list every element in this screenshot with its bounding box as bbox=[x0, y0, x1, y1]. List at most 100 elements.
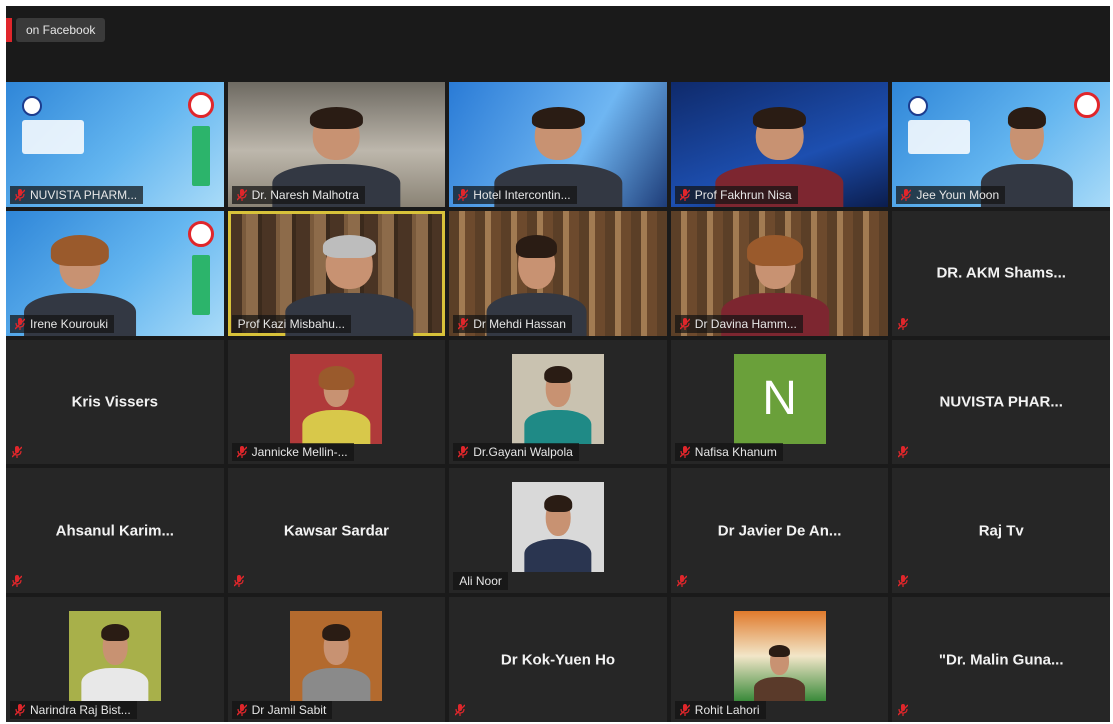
participant-name-label: Prof Fakhrun Nisa bbox=[674, 185, 798, 204]
participant-name-label: Jannicke Mellin-... bbox=[231, 443, 354, 462]
profile-picture bbox=[290, 611, 383, 702]
photo-tile[interactable]: N Nafisa Khanum bbox=[670, 339, 889, 465]
avatar: N bbox=[733, 353, 826, 444]
participant-name: Dr Mehdi Hassan bbox=[473, 316, 566, 331]
participant-name: NUVISTA PHARM... bbox=[30, 187, 138, 202]
participant-name: Prof Kazi Misbahu... bbox=[237, 316, 345, 331]
mic-off-icon bbox=[15, 188, 25, 201]
name-tile[interactable]: NUVISTA PHAR... bbox=[892, 339, 1110, 465]
participant-name: "Dr. Malin Guna... bbox=[938, 651, 1064, 669]
participant-name: Jannicke Mellin-... bbox=[251, 445, 348, 460]
mic-off-icon bbox=[458, 446, 469, 459]
participant-name-label: Dr Davina Hamm... bbox=[674, 314, 803, 333]
participant-name-label: Dr. Naresh Malhotra bbox=[231, 185, 365, 204]
mic-off-icon bbox=[15, 704, 25, 716]
mic-off-icon bbox=[12, 446, 22, 459]
name-tile[interactable]: Ahsanul Karim... bbox=[6, 468, 224, 594]
avatar-initial: N bbox=[762, 372, 797, 426]
participant-name: Dr Jamil Sabit bbox=[251, 703, 327, 717]
video-tile[interactable]: Prof Fakhrun Nisa bbox=[670, 82, 889, 207]
participant-photo bbox=[300, 622, 374, 702]
video-tile-active-speaker[interactable]: Prof Kazi Misbahu... bbox=[227, 210, 446, 336]
participant-name: Dr.Gayani Walpola bbox=[473, 445, 573, 460]
banner-graphic bbox=[22, 120, 84, 154]
participant-name: Nafisa Khanum bbox=[694, 445, 777, 460]
mic-off-icon bbox=[236, 704, 247, 716]
participant-name-label: Jee Youn Moon bbox=[896, 185, 1006, 204]
photo-tile[interactable]: Dr Jamil Sabit bbox=[227, 597, 446, 722]
participant-name: Irene Kourouki bbox=[30, 316, 109, 331]
mic-off-icon bbox=[458, 188, 469, 201]
video-tile[interactable]: Dr. Naresh Malhotra bbox=[227, 82, 446, 207]
photo-tile[interactable]: Dr.Gayani Walpola bbox=[449, 339, 667, 465]
participant-name: Prof Fakhrun Nisa bbox=[694, 187, 792, 202]
participant-name: Kris Vissers bbox=[71, 393, 159, 411]
brand-logo-icon bbox=[187, 220, 214, 247]
video-tile[interactable]: Jee Youn Moon bbox=[892, 82, 1110, 207]
participant-name: Dr Javier De An... bbox=[717, 522, 842, 540]
participant-name-label: Dr.Gayani Walpola bbox=[453, 443, 579, 462]
video-tile[interactable]: Irene Kourouki bbox=[6, 210, 224, 336]
brand-logo-icon bbox=[1074, 92, 1100, 118]
mic-off-icon bbox=[679, 188, 690, 201]
participant-name: Jee Youn Moon bbox=[916, 187, 1000, 202]
mic-off-icon bbox=[236, 188, 247, 201]
mic-off-icon bbox=[898, 575, 909, 588]
participant-photo bbox=[752, 644, 807, 702]
mic-off-icon bbox=[898, 317, 909, 330]
photo-tile[interactable]: Rohit Lahori bbox=[670, 597, 889, 722]
participant-name-label: Ali Noor bbox=[453, 572, 508, 591]
video-tile[interactable]: Dr Davina Hamm... bbox=[670, 210, 889, 336]
name-tile[interactable]: Dr Javier De An... bbox=[670, 468, 889, 594]
mic-off-icon bbox=[458, 317, 469, 330]
zoom-meeting-window: on Facebook NUVISTA PHARM... Dr. Naresh … bbox=[6, 6, 1110, 722]
banner-graphic bbox=[191, 126, 210, 186]
video-tile[interactable]: Hotel Intercontin... bbox=[449, 82, 667, 207]
participant-name-label: NUVISTA PHARM... bbox=[10, 185, 144, 204]
gallery-grid: NUVISTA PHARM... Dr. Naresh Malhotra Hot… bbox=[6, 82, 1110, 722]
name-tile[interactable]: Kris Vissers bbox=[6, 339, 224, 465]
participant-name-label: Hotel Intercontin... bbox=[453, 185, 577, 204]
participant-name-label: Irene Kourouki bbox=[10, 314, 115, 333]
name-tile[interactable]: DR. AKM Shams... bbox=[892, 210, 1110, 336]
video-tile[interactable]: NUVISTA PHARM... bbox=[6, 82, 224, 207]
live-streaming-badge[interactable]: on Facebook bbox=[16, 18, 106, 42]
participant-name-label: Rohit Lahori bbox=[674, 701, 766, 719]
video-tile[interactable]: Dr Mehdi Hassan bbox=[449, 210, 667, 336]
photo-tile[interactable]: Ali Noor bbox=[449, 468, 667, 594]
participant-name: NUVISTA PHAR... bbox=[939, 393, 1063, 411]
participant-name: Dr Davina Hamm... bbox=[694, 316, 797, 331]
participant-photo bbox=[78, 622, 152, 702]
name-tile[interactable]: "Dr. Malin Guna... bbox=[892, 597, 1110, 722]
participant-name: Raj Tv bbox=[978, 522, 1024, 540]
name-tile[interactable]: Dr Kok-Yuen Ho bbox=[449, 597, 667, 722]
profile-picture bbox=[68, 611, 161, 702]
mic-off-icon bbox=[679, 446, 690, 459]
mic-off-icon bbox=[676, 575, 687, 588]
participant-name: Ahsanul Karim... bbox=[55, 522, 174, 540]
participant-name: Ali Noor bbox=[459, 574, 502, 589]
mic-off-icon bbox=[898, 704, 909, 716]
participant-name-label: Nafisa Khanum bbox=[674, 443, 783, 462]
mic-off-icon bbox=[12, 575, 22, 588]
mic-off-icon bbox=[455, 704, 466, 716]
logo-icon bbox=[22, 96, 42, 116]
participant-name-label: Dr Jamil Sabit bbox=[231, 701, 333, 719]
participant-name-label: Dr Mehdi Hassan bbox=[453, 314, 572, 333]
participant-name: Kawsar Sardar bbox=[283, 522, 389, 540]
participant-name: Narindra Raj Bist... bbox=[30, 703, 131, 717]
mic-off-icon bbox=[15, 317, 25, 330]
banner-graphic bbox=[908, 120, 971, 154]
profile-picture bbox=[290, 353, 383, 444]
mic-off-icon bbox=[236, 446, 247, 459]
mic-off-icon bbox=[898, 446, 909, 459]
participant-photo bbox=[521, 364, 595, 444]
name-tile[interactable]: Kawsar Sardar bbox=[227, 468, 446, 594]
profile-picture bbox=[733, 611, 826, 702]
photo-tile[interactable]: Jannicke Mellin-... bbox=[227, 339, 446, 465]
name-tile[interactable]: Raj Tv bbox=[892, 468, 1110, 594]
photo-tile[interactable]: Narindra Raj Bist... bbox=[6, 597, 224, 722]
brand-logo-icon bbox=[187, 92, 214, 118]
top-bar: on Facebook bbox=[6, 6, 1110, 82]
participant-name: Dr. Naresh Malhotra bbox=[251, 187, 359, 202]
